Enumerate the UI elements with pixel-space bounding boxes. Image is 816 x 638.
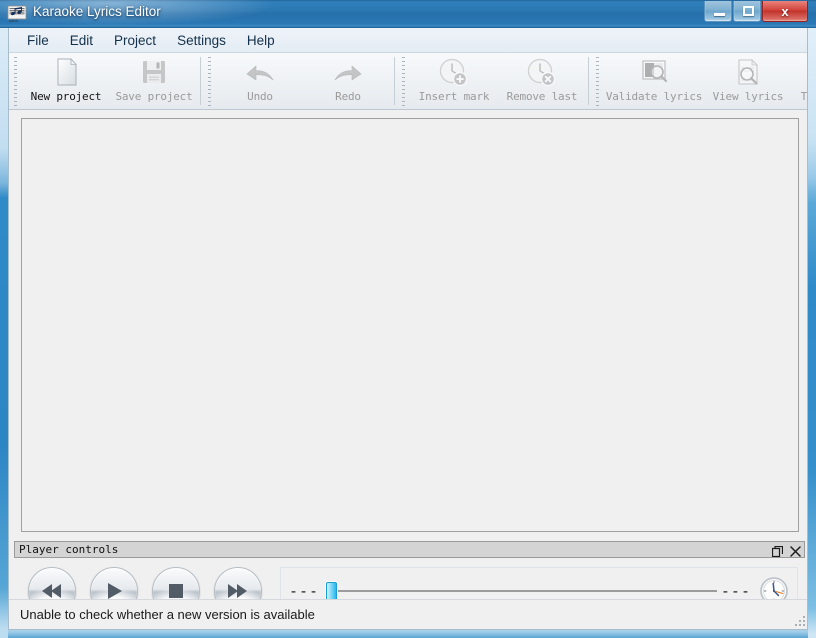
status-message: Unable to check whether a new version is…	[20, 607, 315, 622]
menu-file[interactable]: File	[18, 31, 58, 50]
menu-edit[interactable]: Edit	[61, 31, 102, 50]
toolbar-group-file: New project Save project	[9, 53, 198, 109]
status-bar: Unable to check whether a new version is…	[9, 599, 807, 629]
toolbar-separator	[394, 57, 395, 105]
music-notes-icon: lyrics	[7, 5, 27, 23]
insert-mark-label: Insert mark	[418, 90, 490, 103]
insert-mark-button[interactable]: Insert mark	[410, 53, 498, 107]
remove-last-button[interactable]: Remove last	[498, 53, 586, 107]
lyrics-text-area[interactable]	[21, 118, 799, 532]
undo-arrow-icon	[243, 57, 277, 87]
toolbar-gripper[interactable]	[594, 55, 602, 107]
new-project-button[interactable]: New project	[22, 53, 110, 107]
window-controls: x	[703, 1, 808, 22]
total-time-display: ---	[720, 582, 751, 600]
clock-remove-icon	[526, 57, 558, 87]
toolbar-group-marks: Insert mark Remove last	[397, 53, 586, 109]
save-project-label: Save project	[115, 90, 193, 103]
stop-icon	[169, 584, 183, 598]
menu-help[interactable]: Help	[238, 31, 284, 50]
play-icon	[108, 583, 122, 599]
toolbar-group-lyrics: Validate lyrics View lyrics T	[591, 53, 808, 109]
maximize-icon	[743, 6, 754, 16]
floppy-disk-icon	[139, 57, 169, 87]
window-title: Karaoke Lyrics Editor	[33, 4, 161, 19]
new-project-label: New project	[30, 90, 102, 103]
client-area: File Edit Project Settings Help New proj…	[8, 28, 808, 630]
rewind-icon	[42, 584, 61, 598]
menu-settings[interactable]: Settings	[168, 31, 235, 50]
undo-label: Undo	[247, 90, 273, 103]
validate-lyrics-label: Validate lyrics	[605, 90, 703, 103]
toolbar-gripper[interactable]	[12, 55, 20, 107]
svg-text:lyrics: lyrics	[9, 19, 18, 23]
maximize-button[interactable]	[733, 1, 761, 22]
menu-bar: File Edit Project Settings Help	[9, 28, 807, 53]
elapsed-time-display: ---	[289, 582, 320, 600]
document-magnifier-icon	[638, 57, 670, 87]
undo-button[interactable]: Undo	[216, 53, 304, 107]
toolbar-separator	[200, 57, 201, 105]
menu-project[interactable]: Project	[105, 31, 165, 50]
undock-icon[interactable]	[771, 544, 784, 558]
seek-slider[interactable]	[323, 581, 717, 601]
toolbar-gripper[interactable]	[400, 55, 408, 107]
minimize-button[interactable]	[704, 1, 732, 22]
redo-arrow-icon	[331, 57, 365, 87]
close-icon: x	[781, 3, 789, 19]
close-button[interactable]: x	[762, 1, 808, 22]
remove-last-label: Remove last	[506, 90, 578, 103]
fast-forward-icon	[228, 584, 247, 598]
view-lyrics-label: View lyrics	[712, 90, 784, 103]
resize-grip[interactable]	[793, 614, 806, 627]
minimize-icon	[714, 13, 725, 16]
window-border-left	[0, 28, 8, 638]
toolbar-group-edit: Undo Redo	[203, 53, 392, 109]
lyrics-editor-container	[9, 110, 807, 538]
view-lyrics-button[interactable]: View lyrics	[704, 53, 792, 107]
player-panel-buttons	[771, 542, 801, 558]
application-window: lyrics Karaoke Lyrics Editor x File Edit…	[0, 0, 816, 638]
redo-label: Redo	[335, 90, 361, 103]
validate-lyrics-button[interactable]: Validate lyrics	[604, 53, 704, 107]
toolbar-separator	[588, 57, 589, 105]
new-document-icon	[51, 57, 81, 87]
redo-button[interactable]: Redo	[304, 53, 392, 107]
save-project-button[interactable]: Save project	[110, 53, 198, 107]
test-lyrics-label: Test lyrics	[800, 90, 808, 103]
clock-plus-icon	[438, 57, 470, 87]
toolbar: New project Save project Undo Redo Inser…	[9, 53, 807, 110]
window-border-right	[808, 28, 816, 638]
seek-slider-track	[337, 590, 717, 592]
player-panel-title: Player controls	[19, 543, 119, 556]
toolbar-gripper[interactable]	[206, 55, 214, 107]
close-icon[interactable]	[790, 544, 801, 557]
player-panel-header[interactable]: Player controls	[14, 541, 805, 558]
test-lyrics-button[interactable]: Test lyrics	[792, 53, 808, 107]
title-bar[interactable]: lyrics Karaoke Lyrics Editor x	[0, 0, 816, 28]
page-magnifier-icon	[733, 57, 763, 87]
